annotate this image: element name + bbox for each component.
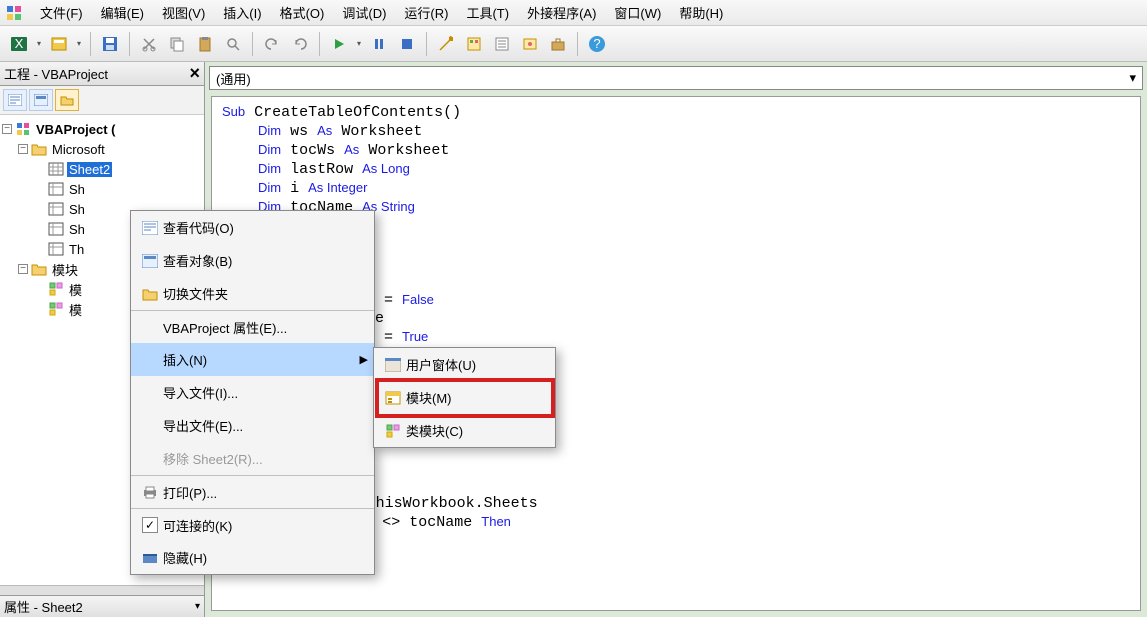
svg-text:X: X [15,36,24,51]
ctx-item[interactable]: 打印(P)... [131,475,374,508]
chevron-down-icon: ▾ [1129,70,1136,86]
ctx-item[interactable]: 插入(N)▶ [131,343,374,376]
ctx-item[interactable]: 导出文件(E)... [131,409,374,442]
menu-tools[interactable]: 工具(T) [458,0,517,25]
menu-format[interactable]: 格式(O) [272,0,333,25]
submenu-item[interactable]: 模块(M) [374,381,555,414]
procedure-dropdown[interactable]: (通用) ▾ [209,66,1143,90]
menu-run[interactable]: 运行(R) [396,0,456,25]
menu-view[interactable]: 视图(V) [154,0,213,25]
panel-header: 工程 - VBAProject × [0,62,204,86]
toolbox-icon[interactable] [545,31,571,57]
view-object-icon[interactable] [29,89,53,111]
menu-edit[interactable]: 编辑(E) [93,0,152,25]
excel-icon[interactable]: X [6,31,32,57]
menu-file[interactable]: 文件(F) [32,0,91,25]
tree-root[interactable]: − VBAProject ( [2,119,202,139]
pause-icon[interactable] [366,31,392,57]
view-code-icon[interactable] [3,89,27,111]
undo-icon[interactable] [259,31,285,57]
menu-addins[interactable]: 外接程序(A) [519,0,604,25]
copy-icon[interactable] [164,31,190,57]
ctx-item: 移除 Sheet2(R)... [131,442,374,475]
ctx-item[interactable]: 隐藏(H) [131,541,374,574]
help-icon[interactable]: ? [584,31,610,57]
menubar: 文件(F) 编辑(E) 视图(V) 插入(I) 格式(O) 调试(D) 运行(R… [0,0,1147,26]
properties-title: 属性 - Sheet2 [4,597,83,616]
tree-sheet[interactable]: Sh [2,179,202,199]
ctx-item[interactable]: VBAProject 属性(E)... [131,310,374,343]
panel-title: 工程 - VBAProject [4,64,108,83]
paste-icon[interactable] [192,31,218,57]
svg-text:?: ? [593,36,600,51]
run-icon[interactable] [326,31,352,57]
project-icon[interactable] [461,31,487,57]
cut-icon[interactable] [136,31,162,57]
chevron-down-icon[interactable]: ▾ [195,601,200,612]
insert-form-icon[interactable] [46,31,72,57]
close-icon[interactable]: × [189,63,200,84]
properties-icon[interactable] [489,31,515,57]
menu-help[interactable]: 帮助(H) [671,0,731,25]
toggle-folders-icon[interactable] [55,89,79,111]
design-icon[interactable] [433,31,459,57]
toolbar: X ▾ ▾ ▾ ? [0,26,1147,62]
context-menu: 查看代码(O)查看对象(B)切换文件夹VBAProject 属性(E)...插入… [130,210,375,575]
submenu-item[interactable]: 用户窗体(U) [374,348,555,381]
redo-icon[interactable] [287,31,313,57]
stop-icon[interactable] [394,31,420,57]
dropdown-icon[interactable]: ▾ [74,39,84,48]
properties-header: 属性 - Sheet2 ▾ [0,595,204,617]
object-browser-icon[interactable] [517,31,543,57]
menu-window[interactable]: 窗口(W) [606,0,669,25]
ctx-item[interactable]: 切换文件夹 [131,277,374,310]
tree-folder-microsoft[interactable]: − Microsoft [2,139,202,159]
tree-sheet-selected[interactable]: Sheet2 [2,159,202,179]
dropdown-icon[interactable]: ▾ [34,39,44,48]
ctx-item[interactable]: 导入文件(I)... [131,376,374,409]
ctx-item[interactable]: 查看对象(B) [131,244,374,277]
find-icon[interactable] [220,31,246,57]
ctx-item[interactable]: 查看代码(O) [131,211,374,244]
insert-submenu: 用户窗体(U)模块(M)类模块(C) [373,347,556,448]
menu-debug[interactable]: 调试(D) [334,0,394,25]
panel-toolbar [0,86,204,115]
ctx-item[interactable]: ✓可连接的(K) [131,508,374,541]
save-icon[interactable] [97,31,123,57]
dropdown-icon[interactable]: ▾ [354,39,364,48]
menu-insert[interactable]: 插入(I) [215,0,269,25]
submenu-item[interactable]: 类模块(C) [374,414,555,447]
app-icon [4,3,24,23]
